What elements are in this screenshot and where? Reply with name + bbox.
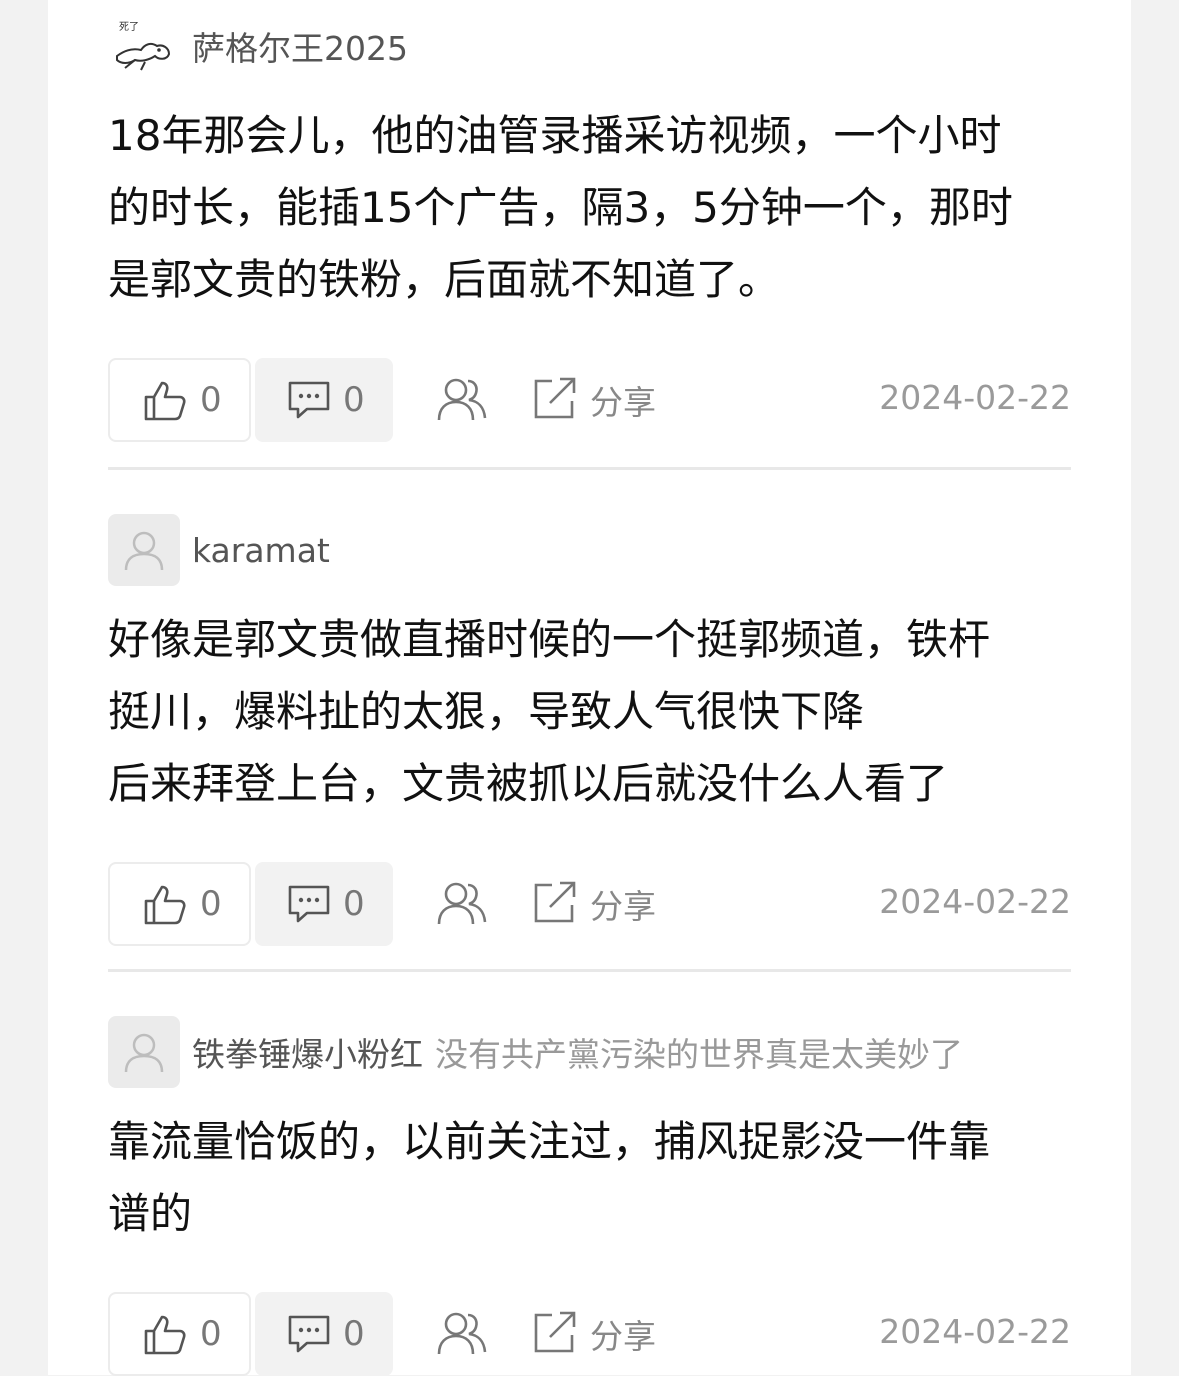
people-icon[interactable] bbox=[436, 1310, 488, 1358]
comment-item: karamat 好像是郭文贵做直播时候的一个挺郭频道，铁杆 挺川，爆料扯的太狠，… bbox=[108, 514, 1071, 946]
comment-line: 靠流量恰饭的，以前关注过，捕风捉影没一件靠 bbox=[108, 1117, 991, 1166]
author-name[interactable]: 铁拳锤爆小粉红 bbox=[192, 1028, 423, 1076]
comment-bubble-icon bbox=[287, 379, 331, 421]
comment-body: 靠流量恰饭的，以前关注过，捕风捉影没一件靠 谱的 bbox=[108, 1106, 1071, 1250]
doodle-avatar-icon: 死了 bbox=[116, 21, 171, 71]
reply-count: 0 bbox=[343, 884, 365, 924]
comment-line: 18年那会儿，他的油管录播采访视频，一个小时 bbox=[108, 111, 1002, 160]
avatar[interactable]: 死了 bbox=[108, 10, 180, 82]
user-icon bbox=[124, 1033, 164, 1073]
share-icon bbox=[532, 375, 578, 425]
comment-author-row: 铁拳锤爆小粉红 没有共产黨污染的世界真是太美妙了 bbox=[108, 1016, 1071, 1088]
comment-line: 的时长，能插15个广告，隔3，5分钟一个，那时 bbox=[108, 183, 1013, 232]
svg-text:死了: 死了 bbox=[119, 21, 139, 33]
comment-actions: 0 0 分享 2024-02-22 bbox=[108, 1292, 1071, 1376]
share-label: 分享 bbox=[590, 383, 656, 422]
avatar[interactable] bbox=[108, 1016, 180, 1088]
comment-date: 2024-02-22 bbox=[879, 882, 1071, 921]
reply-count: 0 bbox=[343, 1314, 365, 1354]
comment-panel: 死了 萨格尔王2025 18年那会儿，他的油管录播采访视频，一个小时 的时长，能… bbox=[48, 0, 1131, 1376]
people-icon[interactable] bbox=[436, 880, 488, 928]
share-button[interactable]: 分享 bbox=[532, 880, 656, 928]
comment-line: 是郭文贵的铁粉，后面就不知道了。 bbox=[108, 255, 781, 304]
comment-body: 好像是郭文贵做直播时候的一个挺郭频道，铁杆 挺川，爆料扯的太狠，导致人气很快下降… bbox=[108, 604, 1071, 820]
divider bbox=[108, 969, 1071, 972]
comment-line: 谱的 bbox=[108, 1189, 193, 1238]
author-name[interactable]: 萨格尔王2025 bbox=[192, 22, 408, 70]
divider bbox=[108, 467, 1071, 470]
share-icon bbox=[532, 1309, 578, 1359]
like-button[interactable]: 0 bbox=[108, 1292, 251, 1376]
share-button[interactable]: 分享 bbox=[532, 1310, 656, 1358]
comment-item: 死了 萨格尔王2025 18年那会儿，他的油管录播采访视频，一个小时 的时长，能… bbox=[108, 10, 1071, 442]
share-label: 分享 bbox=[590, 887, 656, 926]
like-count: 0 bbox=[200, 380, 222, 420]
reply-button[interactable]: 0 bbox=[255, 358, 393, 442]
thumbs-up-icon bbox=[142, 881, 188, 927]
comment-author-row: 死了 萨格尔王2025 bbox=[108, 10, 1071, 82]
comment-line: 好像是郭文贵做直播时候的一个挺郭频道，铁杆 bbox=[108, 615, 991, 664]
user-icon bbox=[124, 531, 164, 571]
thumbs-up-icon bbox=[142, 377, 188, 423]
like-button[interactable]: 0 bbox=[108, 358, 251, 442]
comment-item: 铁拳锤爆小粉红 没有共产黨污染的世界真是太美妙了 靠流量恰饭的，以前关注过，捕风… bbox=[108, 1016, 1071, 1376]
comment-line: 挺川，爆料扯的太狠，导致人气很快下降 bbox=[108, 687, 865, 736]
thumbs-up-icon bbox=[142, 1311, 188, 1357]
avatar[interactable] bbox=[108, 514, 180, 586]
comment-bubble-icon bbox=[287, 883, 331, 925]
comment-date: 2024-02-22 bbox=[879, 1312, 1071, 1351]
reply-count: 0 bbox=[343, 380, 365, 420]
comment-body: 18年那会儿，他的油管录播采访视频，一个小时 的时长，能插15个广告，隔3，5分… bbox=[108, 100, 1071, 316]
like-count: 0 bbox=[200, 1314, 222, 1354]
comment-bubble-icon bbox=[287, 1313, 331, 1355]
comment-actions: 0 0 分享 2024-02-22 bbox=[108, 358, 1071, 442]
share-label: 分享 bbox=[590, 1317, 656, 1356]
share-button[interactable]: 分享 bbox=[532, 376, 656, 424]
author-signature: 没有共产黨污染的世界真是太美妙了 bbox=[435, 1035, 963, 1074]
people-icon[interactable] bbox=[436, 376, 488, 424]
comment-line: 后来拜登上台，文贵被抓以后就没什么人看了 bbox=[108, 759, 949, 808]
reply-button[interactable]: 0 bbox=[255, 1292, 393, 1376]
reply-button[interactable]: 0 bbox=[255, 862, 393, 946]
like-count: 0 bbox=[200, 884, 222, 924]
author-name[interactable]: karamat bbox=[192, 531, 330, 570]
comment-actions: 0 0 分享 2024-02-22 bbox=[108, 862, 1071, 946]
like-button[interactable]: 0 bbox=[108, 862, 251, 946]
share-icon bbox=[532, 879, 578, 929]
comment-author-row: karamat bbox=[108, 514, 1071, 586]
comment-date: 2024-02-22 bbox=[879, 378, 1071, 417]
